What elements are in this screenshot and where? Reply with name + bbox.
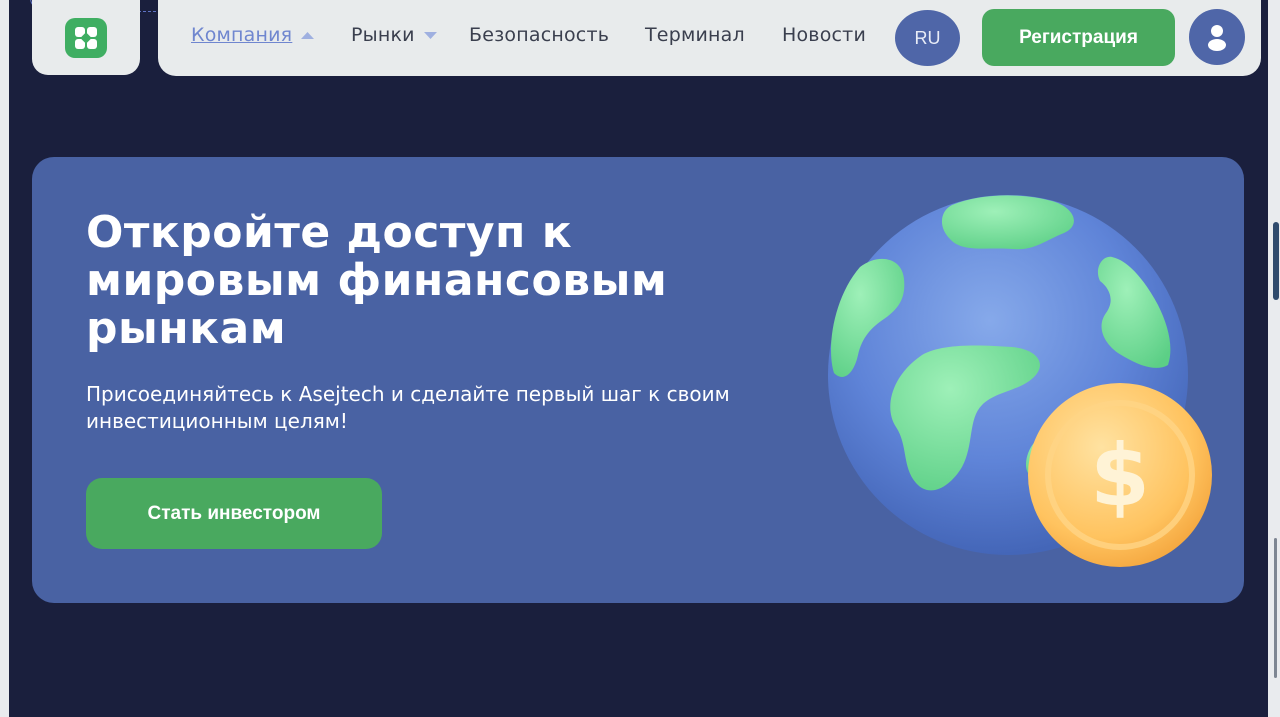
nav-item-company[interactable]: Компания (191, 24, 315, 46)
hero-title: Откройте доступ к мировым финансовым рын… (86, 207, 668, 354)
hero-subtitle: Присоединяйтесь к Asejtech и сделайте пе… (86, 382, 730, 433)
nav-item-label: Компания (191, 24, 293, 46)
top-navigation: Компания Рынки Безопасность Терминал Нов… (158, 0, 1261, 76)
become-investor-button[interactable]: Стать инвестором (86, 478, 382, 549)
account-button[interactable] (1189, 9, 1245, 65)
scrollbar-thumb-secondary[interactable] (1274, 538, 1277, 678)
nav-item-label: Новости (782, 24, 866, 46)
user-icon (1208, 25, 1226, 51)
nav-item-terminal[interactable]: Терминал (645, 24, 745, 46)
scrollbar-track[interactable] (1268, 0, 1280, 717)
clover-logo-icon (65, 17, 107, 58)
nav-item-markets[interactable]: Рынки (351, 24, 438, 46)
nav-item-news[interactable]: Новости (782, 24, 866, 46)
nav-item-label: Рынки (351, 24, 415, 46)
chevron-down-icon (423, 32, 437, 39)
logo-link[interactable] (32, 0, 140, 75)
language-button[interactable]: RU (895, 10, 960, 66)
nav-item-label: Терминал (645, 24, 745, 46)
nav-item-security[interactable]: Безопасность (469, 24, 609, 46)
nav-item-label: Безопасность (469, 24, 610, 46)
chevron-up-icon (301, 32, 315, 39)
scrollbar-thumb[interactable] (1273, 222, 1279, 300)
globe-with-dollar-coin-icon: $ (828, 195, 1212, 567)
svg-text:$: $ (1090, 426, 1150, 526)
window-frame-left (0, 0, 9, 717)
register-button[interactable]: Регистрация (982, 9, 1175, 66)
hero-banner: Откройте доступ к мировым финансовым рын… (32, 157, 1244, 603)
